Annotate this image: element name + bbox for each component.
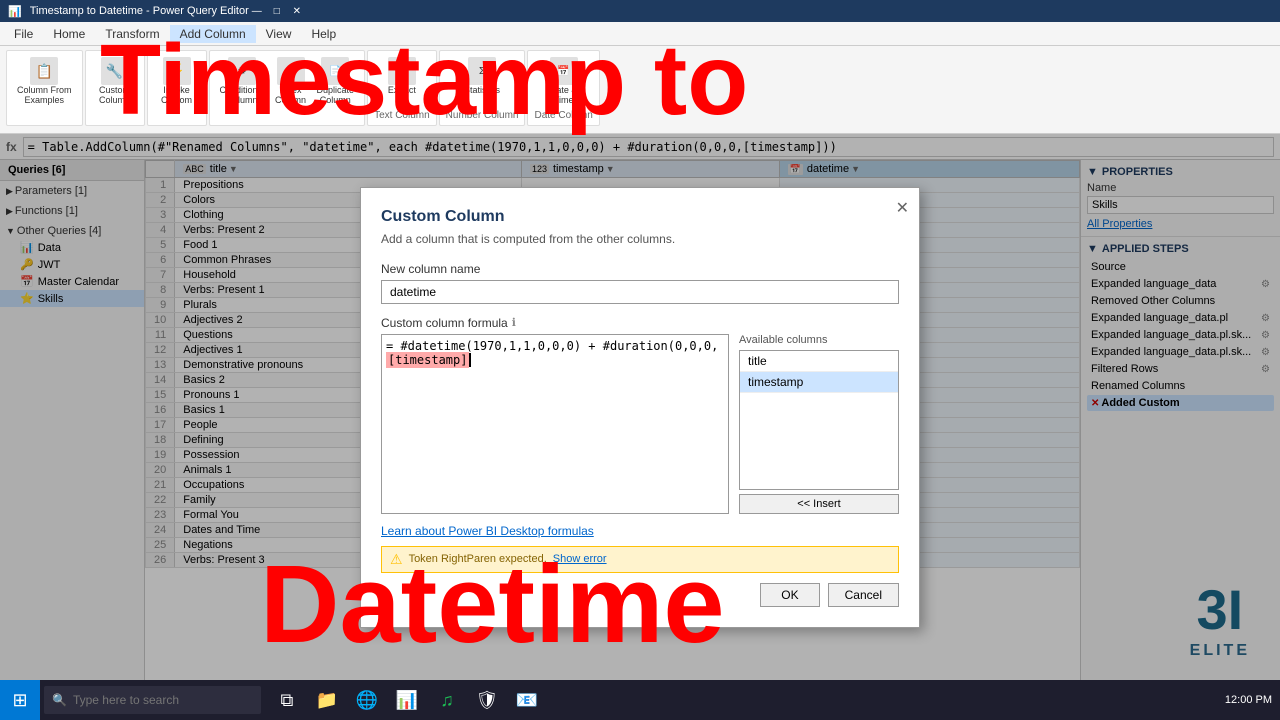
conditional-icon: ⚙ <box>228 57 256 85</box>
formula-info-icon[interactable]: ℹ <box>512 316 516 329</box>
ribbon-row-general: ⚙ ConditionalColumn # IndexColumn 📄 Dupl… <box>216 55 359 107</box>
dialog-title: Custom Column <box>381 208 899 226</box>
error-message: Token RightParen expected. <box>409 553 547 565</box>
custom-column-btn[interactable]: 🔧 CustomColumn <box>95 55 135 107</box>
title-bar-title: Timestamp to Datetime - Power Query Edit… <box>30 5 249 17</box>
taskbar: ⊞ 🔍 ⧉ 📁 🌐 📊 ♫ 🛡 📧 12:00 PM <box>0 680 1280 720</box>
col-item-timestamp[interactable]: timestamp <box>740 372 898 393</box>
spotify-icon[interactable]: ♫ <box>429 682 465 718</box>
ribbon-group-date: 📅 Date &Time Date Column <box>527 50 599 126</box>
formula-editor[interactable]: = #datetime(1970,1,1,0,0,0) + #duration(… <box>381 334 729 514</box>
menu-bar: File Home Transform Add Column View Help <box>0 22 1280 46</box>
index-icon: # <box>277 57 305 85</box>
date-btn[interactable]: 📅 Date &Time <box>544 55 584 107</box>
app-icon: 📊 <box>8 5 22 18</box>
conditional-column-btn[interactable]: ⚙ ConditionalColumn <box>216 55 269 107</box>
error-bar: ⚠ Token RightParen expected. Show error <box>381 546 899 573</box>
available-columns: Available columns title timestamp << Ins… <box>739 334 899 514</box>
taskbar-icons: ⧉ 📁 🌐 📊 ♫ 🛡 📧 <box>269 682 545 718</box>
cancel-button[interactable]: Cancel <box>828 583 899 607</box>
taskbar-time: 12:00 PM <box>1225 694 1272 706</box>
search-icon: 🔍 <box>52 693 67 707</box>
menu-home[interactable]: Home <box>43 25 95 43</box>
available-cols-title: Available columns <box>739 334 899 346</box>
title-bar: 📊 Timestamp to Datetime - Power Query Ed… <box>0 0 1280 22</box>
duplicate-column-btn[interactable]: 📄 DuplicateColumn <box>313 55 359 107</box>
invoke-icon: ⚡ <box>163 57 191 85</box>
learn-link[interactable]: Learn about Power BI Desktop formulas <box>381 524 899 538</box>
start-button[interactable]: ⊞ <box>0 680 40 720</box>
column-from-examples-btn[interactable]: 📋 Column FromExamples <box>13 55 76 107</box>
powerbi-icon[interactable]: 📊 <box>389 682 425 718</box>
app-icon-7[interactable]: 📧 <box>509 682 545 718</box>
ribbon-group-number: Σ Statistics Number Column <box>439 50 526 126</box>
ok-button[interactable]: OK <box>760 583 819 607</box>
extract-btn[interactable]: Ax Extract <box>382 55 422 97</box>
warning-icon: ⚠ <box>390 551 403 568</box>
menu-add-column[interactable]: Add Column <box>170 25 256 43</box>
dialog-subtitle: Add a column that is computed from the o… <box>381 232 899 246</box>
invoke-custom-btn[interactable]: ⚡ InvokeCustom <box>157 55 197 107</box>
new-column-name-label: New column name <box>381 262 899 276</box>
task-view-icon[interactable]: ⧉ <box>269 682 305 718</box>
statistics-icon: Σ <box>468 57 496 85</box>
menu-file[interactable]: File <box>4 25 43 43</box>
custom-column-dialog: ✕ Custom Column Add a column that is com… <box>360 187 920 628</box>
ribbon-group-custom: 🔧 CustomColumn <box>85 50 145 126</box>
col-item-title[interactable]: title <box>740 351 898 372</box>
formula-label-text: Custom column formula <box>381 316 508 330</box>
formula-label-row: Custom column formula ℹ <box>381 316 899 330</box>
ribbon-group-invoke: ⚡ InvokeCustom <box>147 50 207 126</box>
close-button[interactable]: ✕ <box>289 4 305 18</box>
file-explorer-icon[interactable]: 📁 <box>309 682 345 718</box>
new-column-name-input[interactable] <box>381 280 899 304</box>
browser-icon[interactable]: 🌐 <box>349 682 385 718</box>
cursor-icon <box>469 353 471 367</box>
custom-column-icon: 🔧 <box>101 57 129 85</box>
extract-icon: Ax <box>388 57 416 85</box>
minimize-button[interactable]: — <box>249 4 265 18</box>
ribbon: 📋 Column FromExamples 🔧 CustomColumn ⚡ I… <box>0 46 1280 134</box>
maximize-button[interactable]: □ <box>269 4 285 18</box>
duplicate-icon: 📄 <box>321 57 349 85</box>
formula-area: = #datetime(1970,1,1,0,0,0) + #duration(… <box>381 334 899 514</box>
ribbon-group-column-examples: 📋 Column FromExamples <box>6 50 83 126</box>
menu-help[interactable]: Help <box>301 25 346 43</box>
ribbon-group-text: Ax Extract Text Column <box>367 50 437 126</box>
app-icon-6[interactable]: 🛡 <box>469 682 505 718</box>
insert-button[interactable]: << Insert <box>739 494 899 514</box>
date-icon: 📅 <box>550 57 578 85</box>
statistics-btn[interactable]: Σ Statistics <box>460 55 504 97</box>
taskbar-search-input[interactable] <box>73 686 253 714</box>
index-column-btn[interactable]: # IndexColumn <box>271 55 311 107</box>
menu-transform[interactable]: Transform <box>95 25 169 43</box>
show-error-link[interactable]: Show error <box>553 553 607 565</box>
dialog-buttons: OK Cancel <box>381 583 899 607</box>
ribbon-group-general: ⚙ ConditionalColumn # IndexColumn 📄 Dupl… <box>209 50 366 126</box>
taskbar-right: 12:00 PM <box>1225 694 1280 706</box>
columns-list: title timestamp <box>739 350 899 490</box>
dialog-overlay: ✕ Custom Column Add a column that is com… <box>0 134 1280 680</box>
menu-view[interactable]: View <box>256 25 302 43</box>
window-controls: — □ ✕ <box>249 4 305 18</box>
dialog-close-btn[interactable]: ✕ <box>896 198 909 218</box>
formula-text: = #datetime(1970,1,1,0,0,0) + #duration(… <box>386 339 724 368</box>
column-examples-icon: 📋 <box>30 57 58 85</box>
